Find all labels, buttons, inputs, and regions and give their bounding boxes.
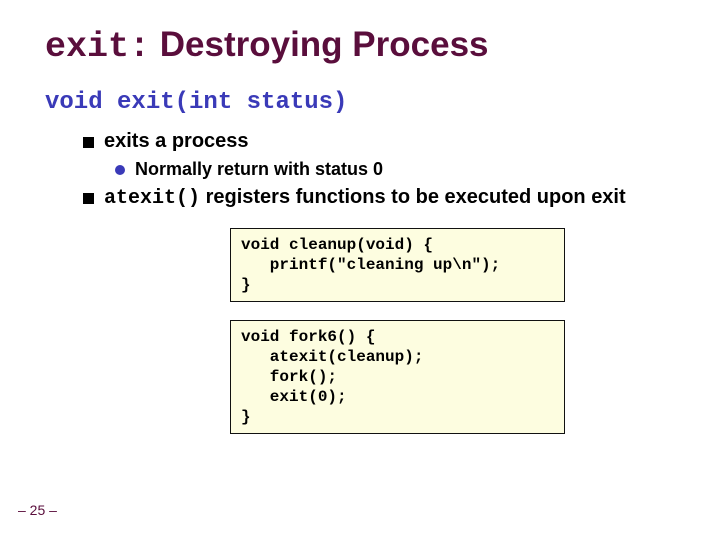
title-rest: Destroying Process	[150, 25, 488, 64]
bullet-text: atexit() registers functions to be execu…	[104, 186, 626, 210]
page-number: – 25 –	[18, 502, 57, 518]
bullet-status-zero: Normally return with status 0	[115, 159, 675, 180]
atexit-rest: registers functions to be executed upon …	[200, 186, 626, 208]
bullet-text: Normally return with status 0	[135, 159, 383, 180]
title-mono: exit:	[45, 27, 150, 67]
square-bullet-icon	[83, 137, 94, 148]
bullet-text: exits a process	[104, 130, 249, 153]
bullet-exits-process: exits a process	[83, 130, 675, 153]
slide-title: exit: Destroying Process	[45, 25, 675, 67]
code-block-fork6: void fork6() { atexit(cleanup); fork(); …	[230, 320, 565, 434]
function-signature: void exit(int status)	[45, 89, 675, 116]
square-bullet-icon	[83, 193, 94, 204]
atexit-code: atexit()	[104, 187, 200, 210]
code-block-cleanup: void cleanup(void) { printf("cleaning up…	[230, 228, 565, 302]
slide: exit: Destroying Process void exit(int s…	[0, 0, 720, 434]
bullet-atexit: atexit() registers functions to be execu…	[83, 186, 675, 210]
circle-bullet-icon	[115, 165, 125, 175]
